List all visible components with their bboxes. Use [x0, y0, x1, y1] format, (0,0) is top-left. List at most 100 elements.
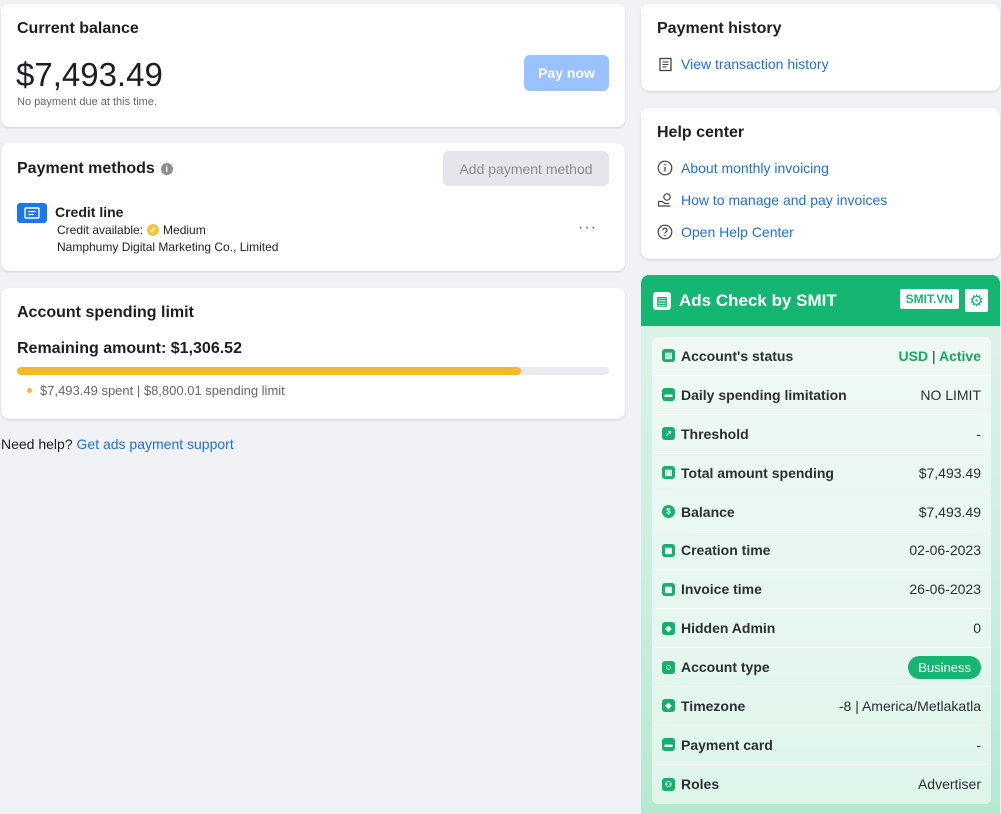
- about-monthly-invoicing-link[interactable]: About monthly invoicing: [657, 160, 829, 176]
- about-monthly-invoicing-label: About monthly invoicing: [681, 160, 829, 176]
- credit-available-value: Medium: [163, 223, 206, 237]
- smit-row-label: Account's status: [681, 347, 794, 364]
- smit-row: ▥ Account's status USD | Active: [652, 337, 991, 376]
- receipt-icon: [657, 56, 673, 72]
- smit-row-label: Balance: [681, 503, 735, 520]
- card-icon: ▬: [662, 738, 675, 752]
- payment-history-card: Payment history View transaction history: [641, 4, 1000, 91]
- view-transaction-history-label: View transaction history: [681, 56, 829, 72]
- wallet-icon: ▣: [662, 466, 675, 480]
- smit-row-label: Roles: [681, 776, 720, 793]
- credit-available-label: Credit available:: [57, 223, 144, 237]
- current-balance-card: Current balance $7,493.49 No payment due…: [1, 4, 625, 127]
- user-icon: ☺: [662, 660, 675, 674]
- remaining-amount: Remaining amount: $1,306.52: [17, 340, 242, 357]
- smit-row-value: 0: [973, 620, 981, 637]
- more-options-icon[interactable]: ···: [578, 219, 597, 237]
- spent-dot-icon: [27, 388, 32, 393]
- smit-row-label: Hidden Admin: [681, 620, 776, 637]
- shield-icon: ◈: [662, 699, 675, 713]
- smit-ads-check-panel: ▤ Ads Check by SMIT SMIT.VN ⚙ ▥ Account's…: [641, 275, 1000, 814]
- payment-methods-title-text: Payment methods: [17, 160, 155, 177]
- info-circle-icon: [657, 160, 673, 176]
- trend-icon: ↗: [662, 427, 675, 441]
- view-transaction-history-link[interactable]: View transaction history: [657, 56, 829, 72]
- open-help-center-label: Open Help Center: [681, 224, 794, 240]
- info-icon[interactable]: i: [160, 163, 173, 175]
- smit-row-label: Account type: [681, 659, 770, 676]
- account-type-pill: Business: [908, 655, 981, 679]
- dollar-icon: $: [662, 505, 675, 518]
- smit-row-label: Threshold: [681, 425, 749, 442]
- spending-progress-fill: [17, 367, 522, 375]
- check-badge-icon: ✓: [147, 224, 160, 236]
- smit-row: ◈ Hidden Admin 0: [652, 609, 991, 649]
- smit-row: ▦ Invoice time 26-06-2023: [652, 570, 991, 610]
- smit-info-list: ▥ Account's status USD | Active ▬ Daily spen…: [652, 337, 991, 804]
- roles-icon: ⚇: [662, 777, 675, 791]
- company-name: Namphumy Digital Marketing Co., Limited: [57, 240, 279, 254]
- question-circle-icon: [657, 224, 673, 240]
- spending-limit-title: Account spending limit: [17, 304, 194, 321]
- gear-icon[interactable]: ⚙: [965, 289, 988, 312]
- smit-logo-icon: ▤: [653, 291, 671, 310]
- payment-support-link[interactable]: Get ads payment support: [77, 436, 234, 452]
- payment-history-title: Payment history: [657, 20, 782, 37]
- smit-vn-badge[interactable]: SMIT.VN: [899, 289, 959, 309]
- smit-row: ▣ Total amount spending $7,493.49: [652, 454, 991, 493]
- add-payment-method-button[interactable]: Add payment method: [443, 151, 609, 186]
- smit-title: Ads Check by SMIT: [679, 290, 837, 310]
- smit-row: ▬ Daily spending limitation NO LIMIT: [652, 376, 991, 415]
- manage-pay-invoices-label: How to manage and pay invoices: [681, 192, 888, 208]
- credit-line-icon: [17, 203, 47, 223]
- credit-available-row: Credit available: ✓ Medium: [57, 223, 206, 237]
- smit-row: ◈ Timezone -8 | America/Metlakatla: [652, 687, 991, 726]
- smit-row-label: Timezone: [681, 697, 746, 714]
- chart-icon: ▥: [662, 349, 675, 363]
- payment-methods-card: Payment methods i Add payment method Cred…: [1, 143, 625, 271]
- smit-row-value: -: [976, 425, 981, 442]
- smit-row-value: NO LIMIT: [920, 386, 981, 403]
- smit-row-label: Total amount spending: [681, 464, 834, 481]
- spending-note-row: $7,493.49 spent | $8,800.01 spending lim…: [27, 383, 285, 398]
- smit-row-value: $7,493.49: [918, 503, 981, 520]
- smit-row: ☺ Account type Business: [652, 648, 991, 688]
- smit-row-label: Payment card: [681, 736, 773, 753]
- current-balance-title: Current balance: [17, 20, 139, 37]
- smit-row-value: 02-06-2023: [909, 542, 981, 559]
- open-help-center-link[interactable]: Open Help Center: [657, 224, 794, 240]
- smit-row: $ Balance $7,493.49: [652, 493, 991, 532]
- smit-row-value: $7,493.49: [918, 464, 981, 481]
- spending-limit-card: Account spending limit Remaining amount:…: [1, 288, 625, 419]
- credit-line-name: Credit line: [55, 204, 124, 220]
- smit-row-label: Daily spending limitation: [681, 386, 847, 403]
- manage-pay-invoices-link[interactable]: How to manage and pay invoices: [657, 192, 887, 208]
- shield-icon: ◈: [662, 621, 675, 635]
- smit-row: ▦ Creation time 02-06-2023: [652, 531, 991, 571]
- smit-row-label: Creation time: [681, 542, 771, 559]
- help-center-card: Help center About monthly invoicing How …: [641, 108, 1000, 259]
- spending-note: $7,493.49 spent | $8,800.01 spending lim…: [40, 383, 285, 398]
- smit-row-value: USD | Active: [898, 347, 981, 364]
- balance-amount: $7,493.49: [16, 56, 163, 93]
- help-center-title: Help center: [657, 124, 745, 141]
- smit-row-label: Invoice time: [681, 581, 762, 598]
- smit-row: ↗ Threshold -: [652, 415, 991, 454]
- pay-now-button[interactable]: Pay now: [524, 55, 609, 91]
- calendar-icon: ▦: [662, 582, 675, 596]
- smit-row: ⚇ Roles Advertiser: [652, 765, 991, 804]
- payment-methods-title: Payment methods i: [17, 160, 173, 178]
- hand-coins-icon: [657, 192, 673, 208]
- need-help-text: Need help? Get ads payment support: [1, 436, 234, 452]
- need-help-prefix: Need help?: [1, 436, 73, 452]
- smit-row-value: -: [976, 736, 981, 753]
- calendar-icon: ▦: [662, 543, 675, 557]
- smit-row-value: Advertiser: [917, 776, 981, 793]
- balance-note: No payment due at this time.: [17, 96, 158, 108]
- spending-progress-bar: [17, 367, 609, 375]
- card-icon: ▬: [662, 388, 675, 402]
- smit-row: ▬ Payment card -: [652, 726, 991, 765]
- smit-header: ▤ Ads Check by SMIT SMIT.VN ⚙: [641, 275, 1000, 326]
- smit-row-value: -8 | America/Metlakatla: [838, 697, 981, 714]
- smit-row-value: 26-06-2023: [909, 581, 981, 598]
